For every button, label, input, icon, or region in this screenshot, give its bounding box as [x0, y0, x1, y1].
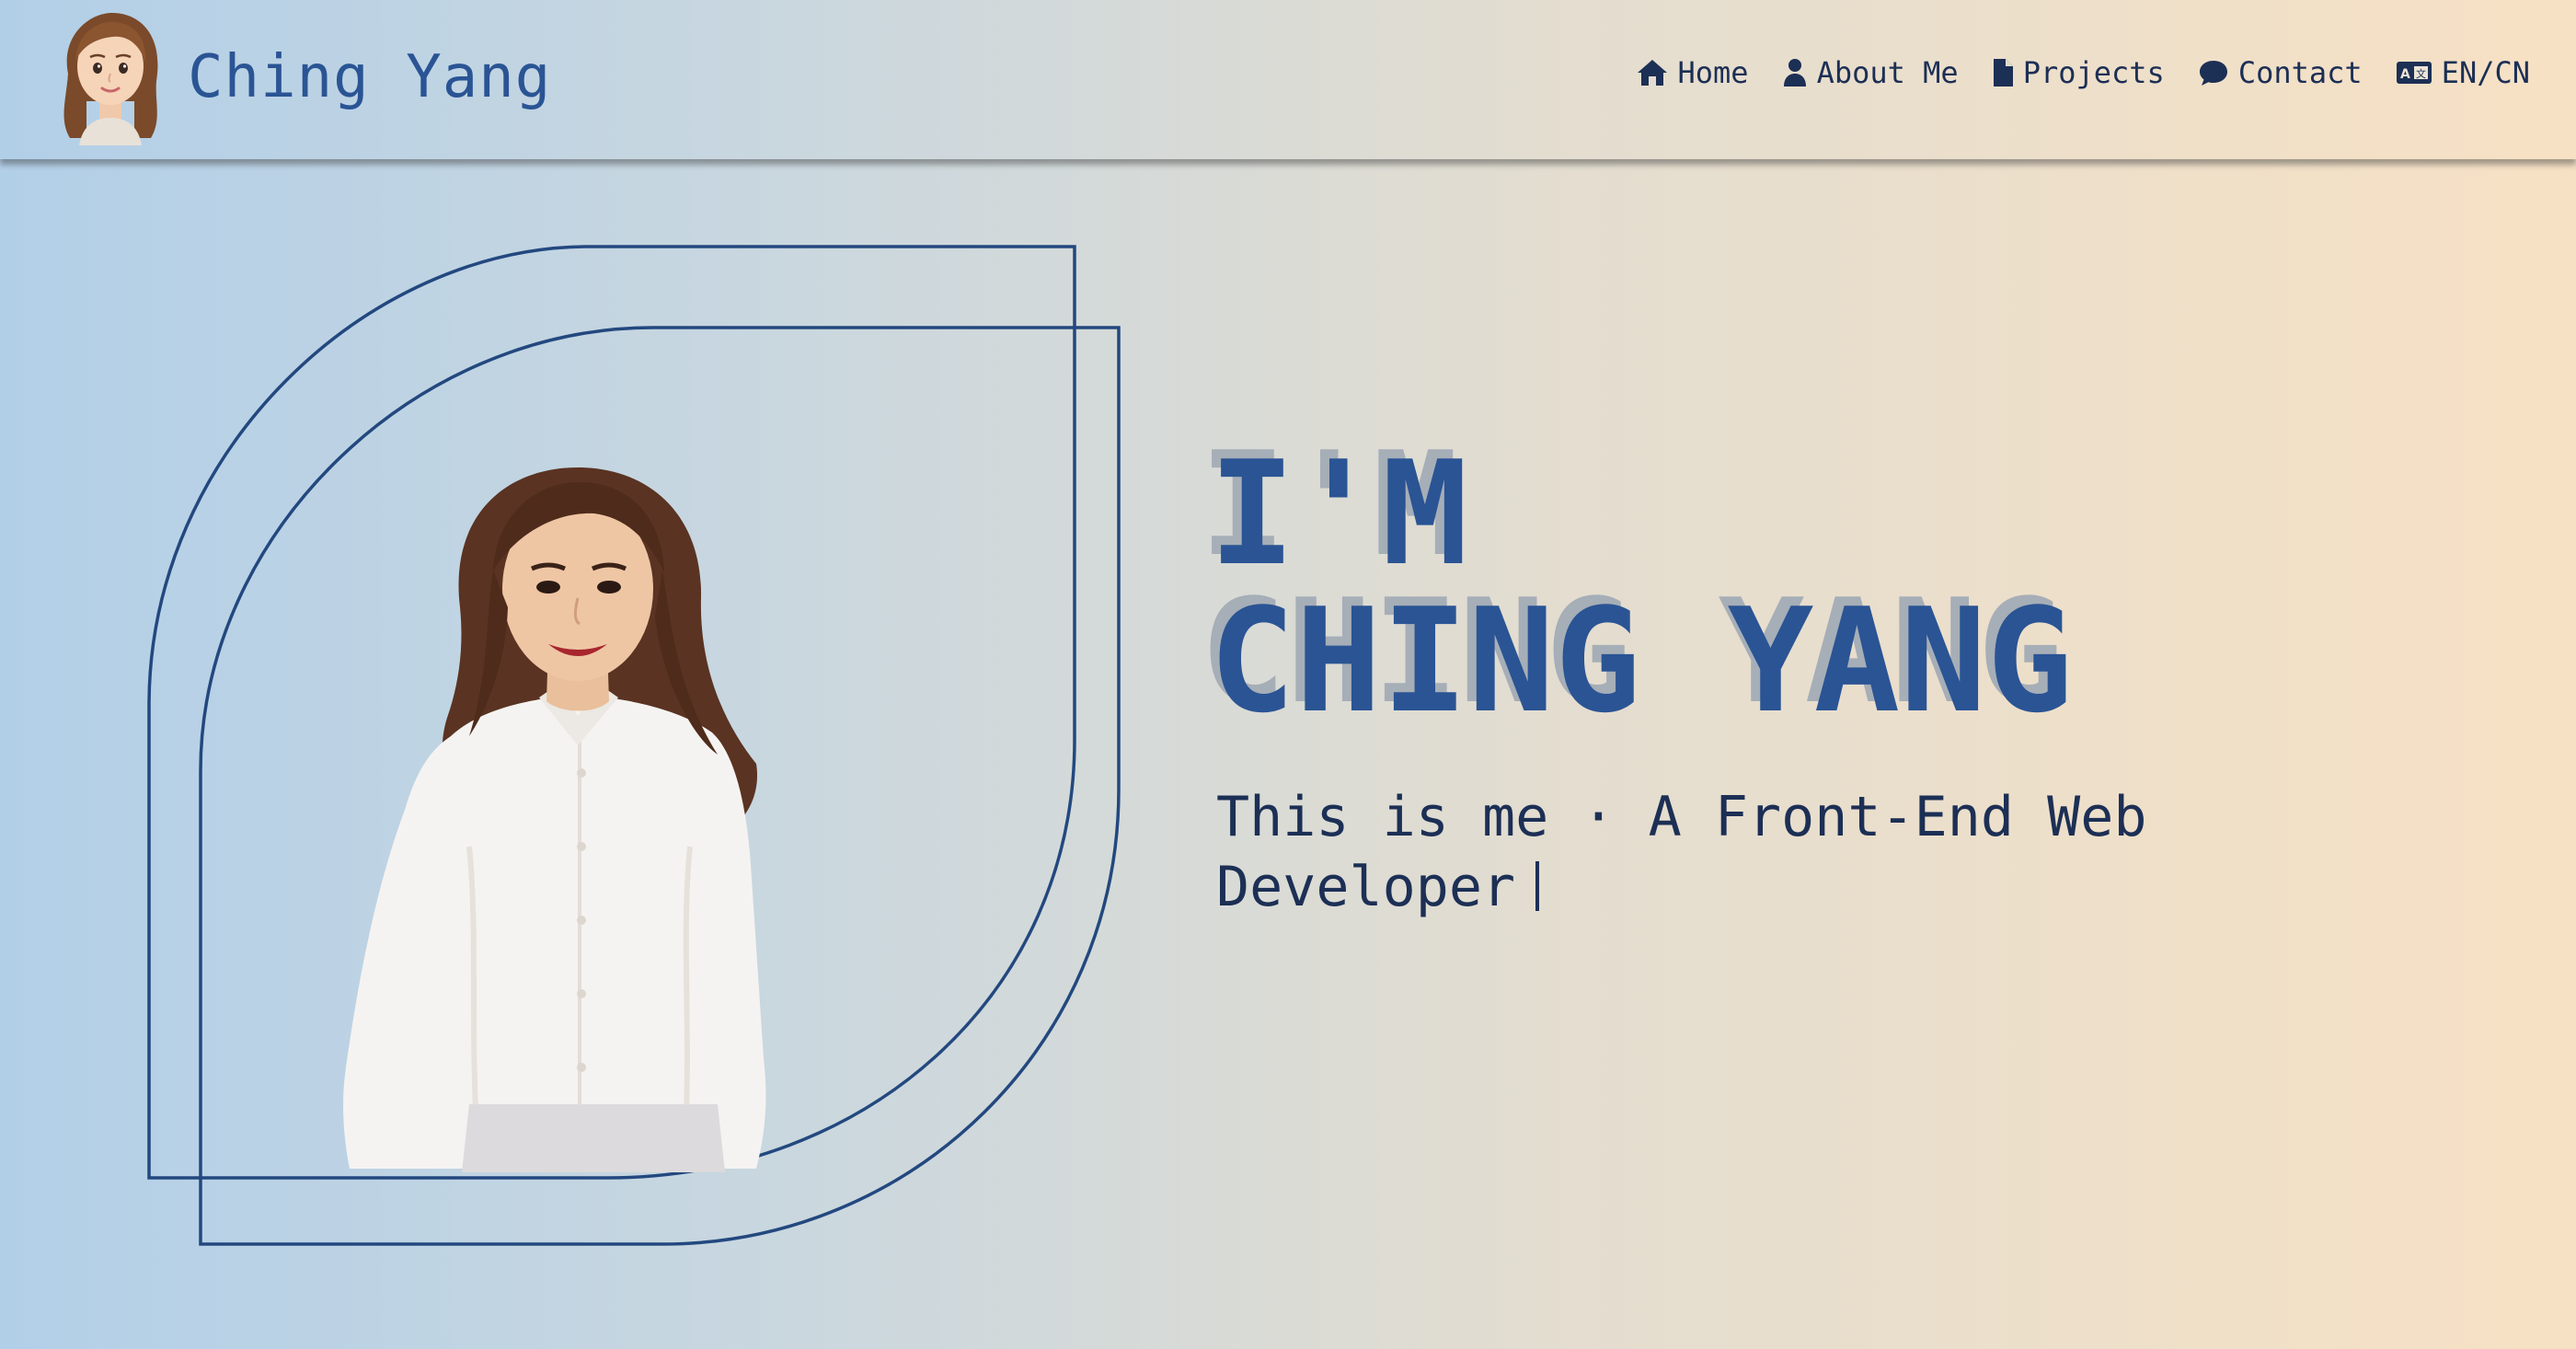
nav-home[interactable]: Home — [1636, 55, 1749, 90]
subtitle-line-2: Developer — [1216, 855, 1516, 919]
user-icon — [1783, 59, 1806, 86]
nav-projects-label: Projects — [2022, 55, 2165, 90]
nav-contact[interactable]: Contact — [2198, 55, 2363, 90]
chat-bubble-icon — [2199, 61, 2227, 86]
headline-line-2: CHING YANG — [1209, 577, 2074, 744]
home-icon — [1637, 60, 1667, 86]
file-icon — [1993, 59, 2013, 86]
typing-cursor — [1535, 861, 1540, 911]
site-header: Ching Yang Home About Me Projects Contac… — [0, 0, 2576, 159]
nav-projects[interactable]: Projects — [1992, 55, 2165, 90]
profile-photo — [343, 467, 766, 1172]
nav-contact-label: Contact — [2237, 55, 2363, 90]
nav-home-label: Home — [1677, 55, 1749, 90]
nav-about-label: About Me — [1816, 55, 1959, 90]
brand[interactable]: Ching Yang — [52, 4, 551, 151]
nav-language-label: EN/CN — [2441, 55, 2530, 90]
hero-subtitle: This is me · A Front-End Web Developer — [1216, 782, 2191, 922]
main-nav: Home About Me Projects Contact A 文 EN/CN — [1636, 55, 2530, 90]
nav-about[interactable]: About Me — [1782, 55, 1959, 90]
subtitle-line-1: This is me · A Front-End Web — [1216, 785, 2147, 849]
memoji-avatar-icon — [63, 13, 158, 145]
language-card-icon: A 文 — [2396, 62, 2432, 84]
brand-name: Ching Yang — [188, 43, 552, 111]
svg-text:A: A — [2400, 67, 2410, 82]
headline-line-1: I'M — [1209, 430, 1468, 597]
svg-text:文: 文 — [2416, 67, 2426, 80]
nav-language[interactable]: A 文 EN/CN — [2396, 55, 2530, 90]
hero-headline: I'M CHING YANG — [1209, 440, 2073, 734]
